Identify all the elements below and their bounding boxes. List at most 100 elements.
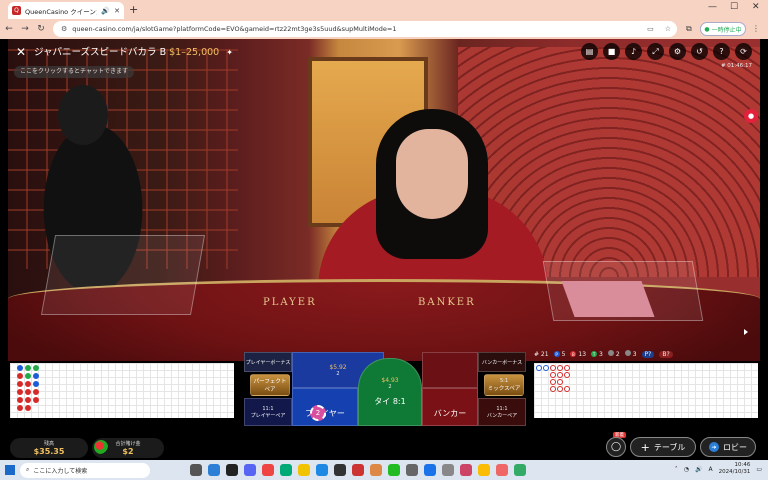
bead-road[interactable]	[10, 363, 234, 418]
big-road-mark	[550, 386, 556, 392]
network-icon[interactable]: ◔	[684, 466, 689, 473]
task-view-icon[interactable]	[190, 464, 202, 476]
app10-icon[interactable]	[496, 464, 508, 476]
fullscreen-icon[interactable]: ⤢	[647, 43, 664, 60]
bet-limit: $1–25,000	[169, 47, 220, 58]
settings-gear-icon[interactable]: ⚙	[669, 43, 686, 60]
plus-icon: +	[640, 440, 650, 454]
bead-mark	[17, 365, 23, 371]
url-text: queen-casino.com/ja/slotGame?platformCod…	[72, 25, 397, 33]
top-toolbar: ▤ ■ ♪ ⤢ ⚙ ↺ ? ⟳	[581, 43, 752, 60]
table-banker-label: BANKER	[418, 297, 476, 308]
discord-icon[interactable]	[244, 464, 256, 476]
b-predict[interactable]: B?	[659, 350, 673, 358]
app-icon[interactable]	[316, 464, 328, 476]
bead-mark	[25, 373, 31, 379]
site-info-icon[interactable]: ⚙	[61, 25, 67, 33]
app9-icon[interactable]	[478, 464, 490, 476]
windows-start-icon[interactable]	[5, 465, 15, 475]
game-id: # 01:46:17	[720, 63, 752, 69]
banker-pair-bet[interactable]: 11:1 バンカーペア	[478, 398, 526, 426]
close-window-icon[interactable]: ✕	[752, 2, 760, 12]
game-title: ジャパニーズスピードバカラ B $1–25,000 ✦	[34, 44, 233, 58]
road-stats: # 21 P5 B 13 T3 2 3 P? B?	[534, 350, 673, 358]
mix-pair-bet[interactable]: 5:1 ミックスペア	[484, 374, 524, 396]
big-road[interactable]	[534, 363, 758, 418]
betting-area: プレイヤーボーナス $5.92 2 $4.93 2 タイ 8:1 バンカーボーナ…	[240, 352, 526, 426]
app8-icon[interactable]	[460, 464, 472, 476]
lobby-button[interactable]: ➜ ロビー	[700, 437, 756, 457]
sound-icon[interactable]: ♪	[625, 43, 642, 60]
pause-chip[interactable]: ● 一時停止中	[700, 22, 746, 36]
clock[interactable]: 10:46 2024/10/31	[719, 462, 751, 476]
store-icon[interactable]	[334, 464, 346, 476]
close-game-icon[interactable]: ✕	[14, 45, 28, 59]
maximize-icon[interactable]: ☐	[730, 2, 738, 12]
banker-bet[interactable]: バンカー	[422, 388, 478, 426]
bead-mark	[25, 405, 31, 411]
tie-bet[interactable]: $4.93 2 タイ 8:1	[358, 358, 422, 426]
history-icon[interactable]: ↺	[691, 43, 708, 60]
player-bet[interactable]: プレイヤー	[292, 388, 358, 426]
close-tab-icon[interactable]: ✕	[114, 7, 120, 15]
minimize-icon[interactable]: —	[708, 2, 717, 12]
chat-hint[interactable]: ここをクリックするとチャットできます	[14, 66, 134, 78]
browser-tab[interactable]: Q QueenCasino クイーンカジノ | 🔊 ✕	[8, 2, 124, 19]
edge-alt-icon[interactable]	[280, 464, 292, 476]
chrome-icon[interactable]	[262, 464, 274, 476]
bead-mark	[17, 381, 23, 387]
notification-bell-icon[interactable]: ●	[744, 109, 758, 123]
big-road-mark	[557, 379, 563, 385]
bookmark-star-icon[interactable]: ☆	[665, 25, 671, 33]
app6-icon[interactable]	[424, 464, 436, 476]
menu-dots-icon[interactable]: ⋮	[752, 24, 760, 33]
big-road-mark	[550, 372, 556, 378]
cast-icon[interactable]: ▭	[647, 25, 654, 33]
app5-icon[interactable]	[406, 464, 418, 476]
search-icon: ⌕	[26, 466, 30, 473]
ime-indicator[interactable]: A	[709, 466, 713, 473]
app4-icon[interactable]	[388, 464, 400, 476]
reload-icon[interactable]: ↻	[34, 24, 48, 34]
address-bar[interactable]: ⚙ queen-casino.com/ja/slotGame?platformC…	[53, 21, 677, 37]
bead-mark	[33, 381, 39, 387]
bead-mark	[25, 381, 31, 387]
new-tab-button[interactable]: +	[129, 3, 138, 16]
volume-icon[interactable]: 🔊	[695, 466, 702, 473]
browser-tabbar: Q QueenCasino クイーンカジノ | 🔊 ✕ + — ☐ ✕	[0, 0, 768, 19]
p-predict[interactable]: P?	[641, 350, 655, 358]
explorer-icon[interactable]	[298, 464, 310, 476]
forward-icon[interactable]: →	[18, 24, 32, 34]
refresh-icon[interactable]: ⟳	[735, 43, 752, 60]
chat-button[interactable]: ◯	[606, 437, 626, 457]
tray-chevron-icon[interactable]: ˄	[675, 466, 678, 473]
speaker-icon[interactable]: 🔊	[101, 7, 110, 15]
profile-avatar-icon: ●	[704, 25, 710, 33]
bead-mark	[25, 389, 31, 395]
video-icon[interactable]: ■	[603, 43, 620, 60]
bead-mark	[33, 365, 39, 371]
extensions-icon[interactable]: ⧉	[686, 24, 692, 34]
bead-mark	[33, 373, 39, 379]
bead-mark	[33, 397, 39, 403]
notification-icon[interactable]: ▭	[756, 466, 762, 473]
terminal-icon[interactable]	[226, 464, 238, 476]
banker-pair-count: 3	[624, 350, 637, 358]
edge-icon[interactable]	[208, 464, 220, 476]
back-icon[interactable]: ←	[2, 24, 16, 34]
windows-taskbar: ⌕ ここに入力して検索 ˄ ◔ 🔊 A 10:46 2024/10/31 ▭	[0, 460, 768, 480]
help-icon[interactable]: ?	[713, 43, 730, 60]
app11-icon[interactable]	[514, 464, 526, 476]
add-table-button[interactable]: + テーブル	[630, 437, 696, 457]
app7-icon[interactable]	[442, 464, 454, 476]
app2-icon[interactable]	[352, 464, 364, 476]
banker-bonus-bet[interactable]: バンカーボーナス	[478, 352, 526, 372]
chat-toggle-icon[interactable]: ▤	[581, 43, 598, 60]
player-bonus-bet[interactable]: プレイヤーボーナス	[244, 352, 292, 372]
app3-icon[interactable]	[370, 464, 382, 476]
taskbar-search[interactable]: ⌕ ここに入力して検索	[20, 462, 150, 478]
player-pair-bet[interactable]: 11:1 プレイヤーペア	[244, 398, 292, 426]
pin-icon[interactable]: ✦	[226, 48, 233, 57]
placed-chip[interactable]: 2	[310, 405, 326, 421]
perfect-pair-bet[interactable]: パーフェクトペア	[250, 374, 290, 396]
